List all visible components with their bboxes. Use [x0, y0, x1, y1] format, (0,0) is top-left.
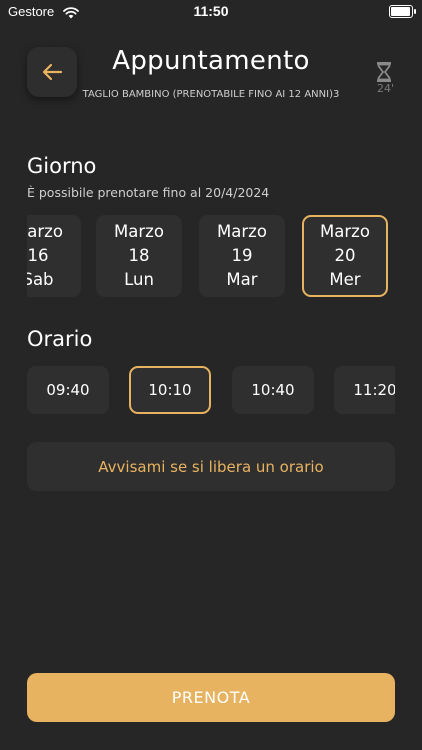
- day-selector[interactable]: Marzo 16 Sab Marzo 18 Lun Marzo 19 Mar M…: [27, 215, 395, 299]
- status-bar: Gestore 11:50: [0, 0, 422, 26]
- day-number: 16: [27, 246, 49, 265]
- day-card[interactable]: Marzo 18 Lun: [96, 215, 182, 297]
- time-section-title: Orario: [27, 327, 93, 351]
- booking-limit-note: È possibile prenotare fino al 20/4/2024: [27, 185, 270, 200]
- day-weekday: Lun: [124, 270, 154, 289]
- battery-icon: [389, 5, 416, 18]
- day-month: Marzo: [114, 222, 164, 241]
- day-month: Marzo: [320, 222, 370, 241]
- time-slot-selected[interactable]: 10:10: [129, 366, 211, 414]
- duration-label: 24': [377, 82, 395, 95]
- time-selector[interactable]: 09:40 10:10 10:40 11:20: [27, 366, 395, 416]
- service-subtitle: TAGLIO BAMBINO (PRENOTABILE FINO AI 12 A…: [82, 89, 340, 100]
- status-time: 11:50: [193, 3, 229, 19]
- day-number: 19: [231, 246, 253, 265]
- day-weekday: Mer: [329, 270, 361, 289]
- page-title: Appuntamento: [112, 46, 310, 76]
- hourglass-icon: [377, 62, 391, 82]
- day-section-title: Giorno: [27, 154, 97, 178]
- day-card[interactable]: Marzo 16 Sab: [27, 215, 81, 297]
- day-number: 18: [128, 246, 150, 265]
- day-weekday: Sab: [27, 270, 54, 289]
- day-weekday: Mar: [226, 270, 258, 289]
- notify-me-button[interactable]: Avvisami se si libera un orario: [27, 442, 395, 491]
- time-slot[interactable]: 11:20: [334, 366, 395, 414]
- day-card-selected[interactable]: Marzo 20 Mer: [302, 215, 388, 297]
- time-slot[interactable]: 09:40: [27, 366, 109, 414]
- day-number: 20: [334, 246, 356, 265]
- time-slot[interactable]: 10:40: [232, 366, 314, 414]
- book-button[interactable]: PRENOTA: [27, 673, 395, 722]
- day-card[interactable]: Marzo 19 Mar: [199, 215, 285, 297]
- day-month: Marzo: [217, 222, 267, 241]
- day-month: Marzo: [27, 222, 63, 241]
